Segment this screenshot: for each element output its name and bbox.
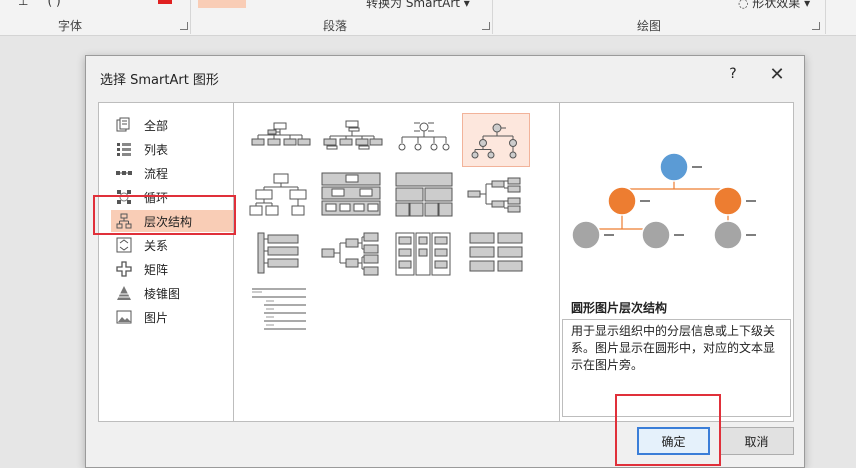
- category-label: 棱锥图: [144, 286, 181, 301]
- highlight-swatch[interactable]: [198, 0, 246, 8]
- category-label: 图片: [144, 310, 169, 325]
- category-hierarchy[interactable]: 层次结构: [111, 210, 233, 232]
- category-label: 列表: [144, 142, 169, 157]
- matrix-icon: [115, 260, 133, 278]
- layout-gallery: [233, 102, 560, 422]
- pyramid-icon: [115, 284, 133, 302]
- preview-diagram: [571, 152, 756, 250]
- layout-table-hierarchy[interactable]: [390, 171, 458, 225]
- category-label: 全部: [144, 118, 169, 133]
- layout-labeled-hierarchy[interactable]: [318, 171, 386, 225]
- layout-vertical-org[interactable]: [390, 229, 458, 283]
- drawing-launcher-icon[interactable]: [812, 22, 820, 30]
- category-label: 层次结构: [144, 214, 193, 229]
- category-list-item[interactable]: 列表: [111, 138, 233, 160]
- ribbon-font-controls[interactable]: ⊥ ( ): [18, 0, 61, 8]
- category-relationship[interactable]: 关系: [111, 234, 233, 256]
- preview-panel: 圆形图片层次结构 用于显示组织中的分层信息或上下级关系。图片显示在圆形中，对应的…: [559, 102, 794, 422]
- list-icon: [115, 140, 133, 158]
- help-button[interactable]: ?: [726, 66, 740, 84]
- category-matrix[interactable]: 矩阵: [111, 258, 233, 280]
- smartart-dialog: 选择 SmartArt 图形 ? ✕ 全部 列表 流程 循环 层次结构 关系 矩…: [85, 55, 805, 468]
- layout-table-list[interactable]: [462, 229, 530, 283]
- shape-effects-button[interactable]: ◌ 形状效果 ▾: [738, 0, 810, 11]
- dialog-title: 选择 SmartArt 图形: [100, 73, 219, 88]
- category-cycle[interactable]: 循环: [111, 186, 233, 208]
- category-list: 全部 列表 流程 循环 层次结构 关系 矩阵 棱锥图 图片: [98, 102, 234, 422]
- layout-hierarchy[interactable]: [246, 171, 314, 225]
- group-font-label: 字体: [58, 19, 83, 33]
- shape-effects-label: 形状效果: [752, 0, 801, 10]
- category-label: 循环: [144, 190, 169, 205]
- category-label: 关系: [144, 238, 169, 253]
- layout-horizontal-org[interactable]: [318, 229, 386, 283]
- layout-org-chart[interactable]: [246, 113, 314, 167]
- ribbon: ⊥ ( ) 转换为 SmartArt ▾ ◌ 形状效果 ▾ 字体 段落 绘图: [0, 0, 856, 36]
- font-color-swatch[interactable]: [158, 0, 172, 4]
- process-icon: [115, 164, 133, 182]
- convert-smartart-button[interactable]: 转换为 SmartArt ▾: [366, 0, 470, 11]
- relationship-icon: [115, 236, 133, 254]
- category-label: 矩阵: [144, 262, 169, 277]
- layout-name-title-org[interactable]: [318, 113, 386, 167]
- category-label: 流程: [144, 166, 169, 181]
- cycle-icon: [115, 188, 133, 206]
- group-paragraph-label: 段落: [323, 19, 348, 33]
- hierarchy-icon: [115, 212, 133, 230]
- ok-button[interactable]: 确定: [637, 427, 710, 455]
- ribbon-separator: [825, 0, 826, 34]
- layout-half-circle-org[interactable]: [390, 113, 458, 167]
- picture-icon: [115, 308, 133, 326]
- ribbon-separator: [492, 0, 493, 34]
- category-process[interactable]: 流程: [111, 162, 233, 184]
- cancel-button[interactable]: 取消: [719, 427, 794, 455]
- close-button[interactable]: ✕: [766, 65, 788, 87]
- category-picture[interactable]: 图片: [111, 306, 233, 328]
- layout-lined-list[interactable]: [246, 285, 314, 339]
- preview-description: 用于显示组织中的分层信息或上下级关系。图片显示在圆形中，对应的文本显示在图片旁。: [562, 319, 791, 417]
- category-all[interactable]: 全部: [111, 114, 233, 136]
- ribbon-separator: [190, 0, 191, 34]
- layout-hierarchy-list[interactable]: [246, 229, 314, 283]
- close-icon: ✕: [769, 64, 785, 85]
- layout-horizontal-hierarchy[interactable]: [462, 171, 530, 225]
- category-pyramid[interactable]: 棱锥图: [111, 282, 233, 304]
- font-launcher-icon[interactable]: [180, 22, 188, 30]
- all-icon: [115, 116, 133, 134]
- preview-title: 圆形图片层次结构: [571, 301, 668, 315]
- paragraph-launcher-icon[interactable]: [482, 22, 490, 30]
- layout-circle-picture-hierarchy[interactable]: [462, 113, 530, 167]
- group-drawing-label: 绘图: [637, 19, 662, 33]
- convert-smartart-label: 转换为 SmartArt: [366, 0, 460, 10]
